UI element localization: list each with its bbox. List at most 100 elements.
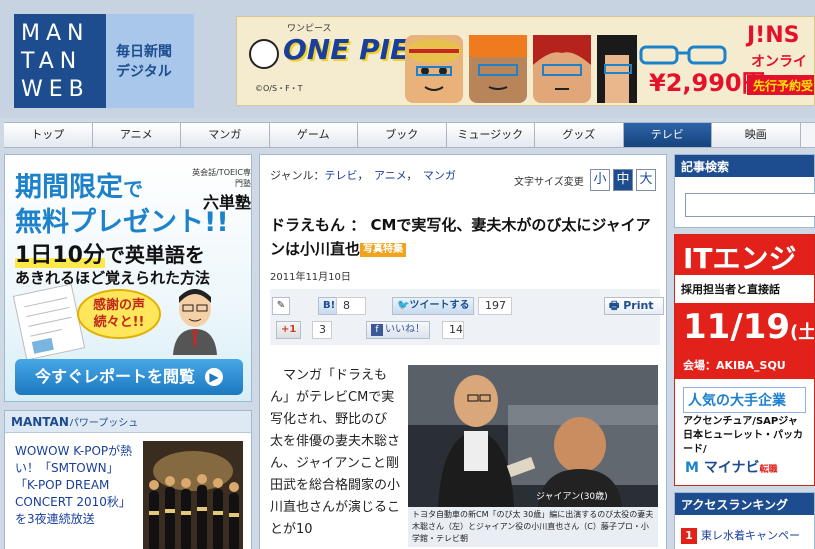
genre-label: ジャンル： — [270, 169, 325, 182]
photo-label: ジャイアン(30歳) — [536, 492, 608, 502]
chevron-right-icon: ▶ — [205, 368, 223, 386]
character-image — [469, 35, 527, 103]
power-push-subtitle: パワープッシュ — [68, 418, 139, 429]
google-plus-button[interactable]: +1 — [276, 321, 302, 339]
ad-sale: 先行予約受 — [747, 75, 814, 95]
promo-brand-small: 英会話/TOEIC専門塾 — [192, 168, 251, 188]
print-button[interactable]: 🖶 Print — [604, 297, 664, 315]
rank-number: 1 — [681, 528, 697, 544]
view-report-label: 今すぐレポートを閲覧 — [34, 367, 195, 386]
kpop-image[interactable] — [143, 441, 243, 549]
it-ad-companies: アクセンチュア/SAPジャ 日本ヒューレット・パッカード/ — [683, 416, 803, 455]
power-push-link[interactable]: WOWOW K-POPが熱い！「SMTOWN」「K-POP DREAM CONC… — [15, 443, 135, 528]
it-ad-venue: 会場：AKIBA_SQU — [675, 357, 814, 379]
nav-item-game[interactable]: ゲーム — [269, 123, 358, 147]
thanks-bubble: 感謝の声 続々と!! — [77, 289, 161, 339]
global-nav: トップ アニメ マンガ ゲーム ブック ミュージック グッズ テレビ 映画 — [4, 122, 815, 148]
tweet-button[interactable]: 🐦ツイートする — [392, 297, 475, 315]
social-bar: ✎ B! 8 🐦ツイートする 197 🖶 Print +1 3 f いいね！ 14 — [270, 289, 664, 345]
mynavi-mark-icon: M — [685, 460, 704, 476]
nav-item-goods[interactable]: グッズ — [535, 123, 624, 147]
it-engineer-ad[interactable]: ITエンジ 採用担当者と直接話 11/19(土 会場：AKIBA_SQU 人気の… — [674, 234, 815, 486]
ranking-item[interactable]: 1 東レ水着キャンペー — [681, 527, 800, 544]
font-size-large-button[interactable]: 大 — [636, 169, 656, 191]
photo-caption: トヨタ自動車の新CM「のび太 30歳」編に出演するのび太役の妻夫木聡さん（左）と… — [408, 507, 658, 547]
font-size-medium-button[interactable]: 中 — [613, 169, 633, 191]
logo-line: WEB — [21, 77, 90, 102]
tweet-count: 197 — [478, 297, 512, 315]
promo-line1-text: 期間限定 — [15, 172, 123, 203]
ad-copyright: ©O/S・F・T — [255, 84, 303, 93]
promo-brand-name: 六単塾 — [202, 193, 251, 212]
article-date: 2011年11月10日 — [270, 272, 351, 283]
site-header: MAN TAN WEB 毎日新聞 デジタル ワンピース ONE PIECE ©O… — [0, 0, 815, 118]
nav-item-anime[interactable]: アニメ — [92, 123, 181, 147]
nav-item-tv[interactable]: テレビ — [623, 123, 712, 147]
nav-item-music[interactable]: ミュージック — [446, 123, 535, 147]
mynavi-name: マイナビ — [703, 460, 760, 476]
it-ad-date-text: 11/19 — [683, 307, 791, 347]
mainichi-digital-logo[interactable]: 毎日新聞 デジタル — [106, 14, 194, 108]
mantan-power-push: MANTANパワープッシュ WOWOW K-POPが熱い！「SMTOWN」「K-… — [4, 410, 252, 549]
nav-item-top[interactable]: トップ — [4, 123, 93, 147]
logo-line: TAN — [21, 49, 83, 74]
nav-item-book[interactable]: ブック — [358, 123, 447, 147]
font-size-label: 文字サイズ変更 — [514, 177, 584, 188]
facebook-icon: f — [371, 324, 383, 336]
ranking-item-text: 東レ水着キャンペー — [701, 529, 800, 542]
font-size-small-button[interactable]: 小 — [590, 169, 610, 191]
glasses-icon — [639, 45, 727, 65]
search-input[interactable] — [685, 193, 815, 217]
jins-logo: J!NS — [747, 23, 800, 48]
character-image — [533, 35, 591, 103]
ranking-title: アクセスランキング — [675, 493, 814, 515]
power-push-title: MANTAN — [11, 415, 69, 429]
article-body: マンガ「ドラえもん」がテレビCMで実写化され、野比のび太を俳優の妻夫木聡さん、ジ… — [270, 368, 401, 537]
genre-link-manga[interactable]: マンガ — [423, 169, 456, 182]
report-image — [12, 283, 86, 361]
genre-link-anime[interactable]: アニメ — [374, 169, 406, 182]
promo-brand: 英会話/TOEIC専門塾六単塾 — [185, 167, 251, 213]
like-count: 14 — [442, 321, 464, 339]
like-label: いいね！ — [385, 324, 425, 335]
promo-highlight: 1日10分 — [15, 243, 105, 268]
left-column: 期間限定で 無料プレゼント!! 1日10分で英単語を あきれるほど覚えられた方法… — [4, 154, 252, 549]
partner-line: 毎日新聞 — [116, 44, 172, 60]
logo-line: MAN — [21, 21, 90, 46]
article-title-text: ドラえもん ： CMで実写化、妻夫木がのび太にジャイアンは小川直也 — [270, 216, 651, 258]
nav-item-movie[interactable]: 映画 — [712, 123, 801, 147]
it-ad-title: ITエンジ — [675, 235, 814, 275]
english-promo-ad[interactable]: 期間限定で 無料プレゼント!! 1日10分で英単語を あきれるほど覚えられた方法… — [4, 154, 252, 402]
genre-link-tv[interactable]: テレビ — [324, 169, 357, 182]
mynavi-logo: M マイナビ転職 — [685, 457, 778, 477]
it-ad-date-day: (土 — [790, 322, 815, 343]
search-title: 記事検索 — [675, 155, 814, 177]
promo-line1-particle: で — [123, 177, 143, 201]
pencil-icon[interactable]: ✎ — [272, 297, 290, 315]
print-label: Print — [623, 299, 654, 312]
mantan-web-logo[interactable]: MAN TAN WEB — [14, 14, 106, 108]
article-search: 記事検索 — [674, 154, 815, 228]
it-ad-popular: 人気の大手企業 — [683, 387, 806, 413]
right-column: 記事検索 ITエンジ 採用担当者と直接話 11/19(土 会場：AKIBA_SQ… — [674, 154, 815, 549]
promo-line1: 期間限定で — [15, 165, 143, 204]
character-image — [597, 35, 637, 103]
hatena-count: 8 — [336, 297, 366, 315]
nav-item-manga[interactable]: マンガ — [181, 123, 270, 147]
photo-feature-badge[interactable]: 写真特集 — [360, 243, 407, 257]
partner-line: デジタル — [116, 64, 172, 80]
view-report-button[interactable]: 今すぐレポートを閲覧 ▶ — [15, 359, 243, 395]
tweet-label: ツイートする — [409, 300, 470, 311]
article-column: ジャンル：テレビ， アニメ， マンガ 文字サイズ変更 小 中 大 ドラえもん ：… — [259, 154, 667, 549]
promo-line3-rest: で英単語を — [104, 243, 205, 267]
access-ranking: アクセスランキング 1 東レ水着キャンペー — [674, 492, 815, 549]
facebook-like-button[interactable]: f いいね！ — [366, 321, 430, 339]
character-image — [405, 35, 463, 103]
article-photo[interactable]: ジャイアン(30歳) — [408, 365, 658, 507]
promo-line3: 1日10分で英単語を — [15, 237, 205, 269]
printer-icon: 🖶 — [609, 299, 624, 312]
article-title: ドラえもん ： CMで実写化、妻夫木がのび太にジャイアンは小川直也 写真特集 — [270, 213, 660, 261]
top-banner-ad[interactable]: ワンピース ONE PIECE ©O/S・F・T ¥2,990円 J!NS オン… — [236, 16, 815, 106]
skull-icon — [249, 39, 279, 69]
genre-list: ジャンル：テレビ， アニメ， マンガ — [270, 169, 456, 182]
